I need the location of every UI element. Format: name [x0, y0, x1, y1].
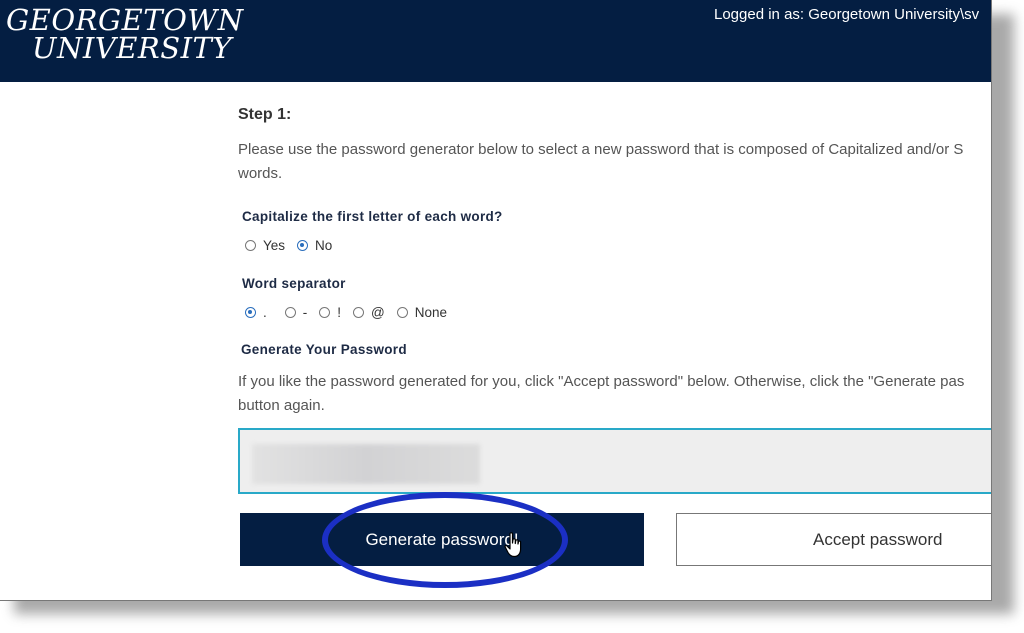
separator-question: Word separator: [242, 276, 346, 291]
separator-option-at[interactable]: @: [353, 305, 385, 320]
radio-label: .: [263, 305, 267, 320]
logo-line-1: GEORGETOWN: [6, 3, 244, 37]
generate-section-title: Generate Your Password: [241, 342, 407, 357]
radio-button[interactable]: [319, 307, 331, 318]
radio-button[interactable]: [245, 240, 256, 251]
separator-option-dot[interactable]: .: [245, 305, 267, 320]
intro-text: Please use the password generator below …: [238, 141, 964, 182]
capitalize-radio-group: Yes No: [245, 238, 344, 253]
capitalize-option-yes[interactable]: Yes: [245, 238, 285, 253]
radio-button-selected[interactable]: [245, 307, 256, 318]
capitalize-option-no[interactable]: No: [297, 238, 332, 253]
radio-label: None: [414, 305, 448, 320]
radio-button[interactable]: [353, 307, 365, 318]
separator-option-none[interactable]: None: [396, 305, 448, 320]
generate-instructions: If you like the password generated for y…: [238, 373, 965, 414]
hand-pointer-icon: [504, 532, 522, 558]
accept-password-button[interactable]: Accept password: [676, 513, 991, 566]
radio-button[interactable]: [284, 307, 296, 318]
separator-option-exclamation[interactable]: !: [319, 305, 341, 320]
logo-line-2: UNIVERSITY: [32, 31, 233, 65]
login-status: Logged in as: Georgetown University\sv: [714, 6, 980, 23]
radio-label: -: [302, 305, 308, 320]
generated-password-field[interactable]: [238, 428, 991, 494]
radio-button-selected[interactable]: [297, 240, 309, 251]
browser-viewport: GEORGETOWN UNIVERSITY Logged in as: Geor…: [0, 0, 992, 601]
separator-radio-group: . - ! @ None: [245, 305, 459, 320]
password-value-blurred: [252, 444, 480, 484]
radio-label: No: [315, 238, 333, 253]
radio-label: @: [371, 305, 385, 320]
separator-option-dash[interactable]: -: [284, 305, 308, 320]
georgetown-logo[interactable]: GEORGETOWN UNIVERSITY: [6, 3, 244, 65]
site-header: GEORGETOWN UNIVERSITY Logged in as: Geor…: [0, 0, 991, 82]
step-title: Step 1:: [238, 106, 292, 123]
highlight-ellipse: [322, 492, 568, 588]
capitalize-question: Capitalize the first letter of each word…: [242, 209, 503, 224]
accept-button-label: Accept password: [813, 530, 943, 549]
radio-label: !: [337, 305, 342, 320]
radio-button[interactable]: [396, 307, 408, 318]
radio-label: Yes: [263, 238, 286, 253]
